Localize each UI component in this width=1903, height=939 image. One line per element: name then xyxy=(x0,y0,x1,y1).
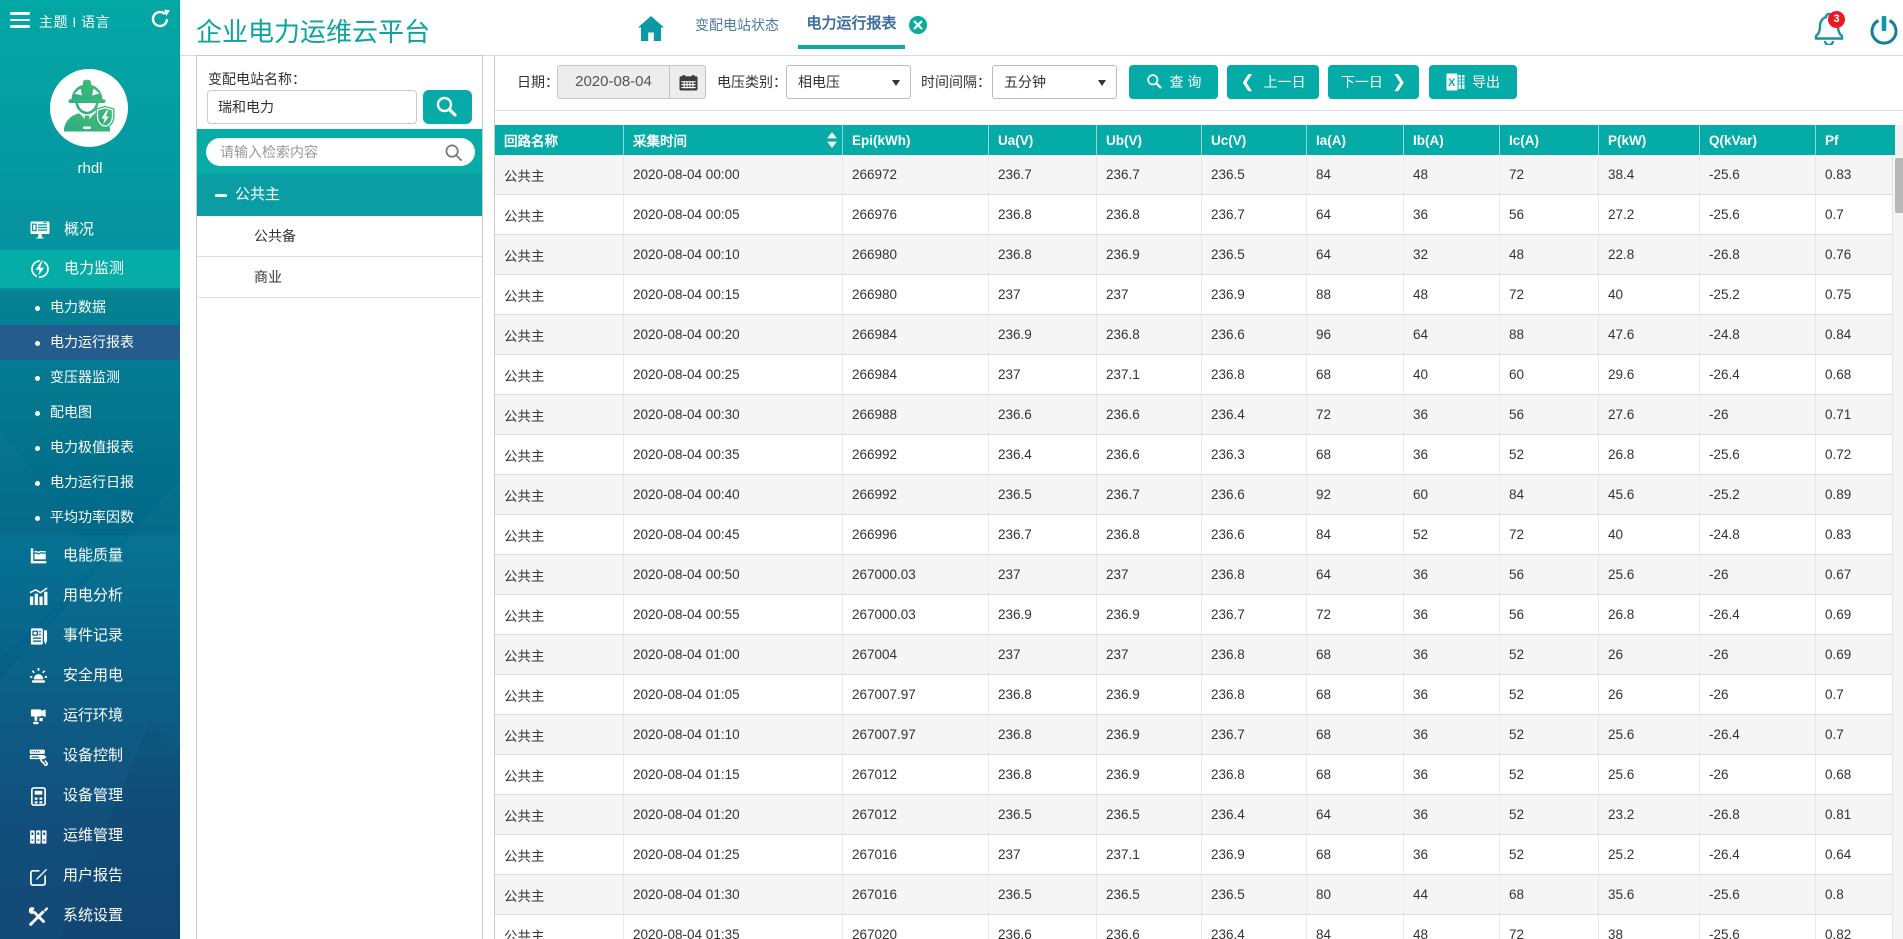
svg-text:X: X xyxy=(1448,77,1456,89)
